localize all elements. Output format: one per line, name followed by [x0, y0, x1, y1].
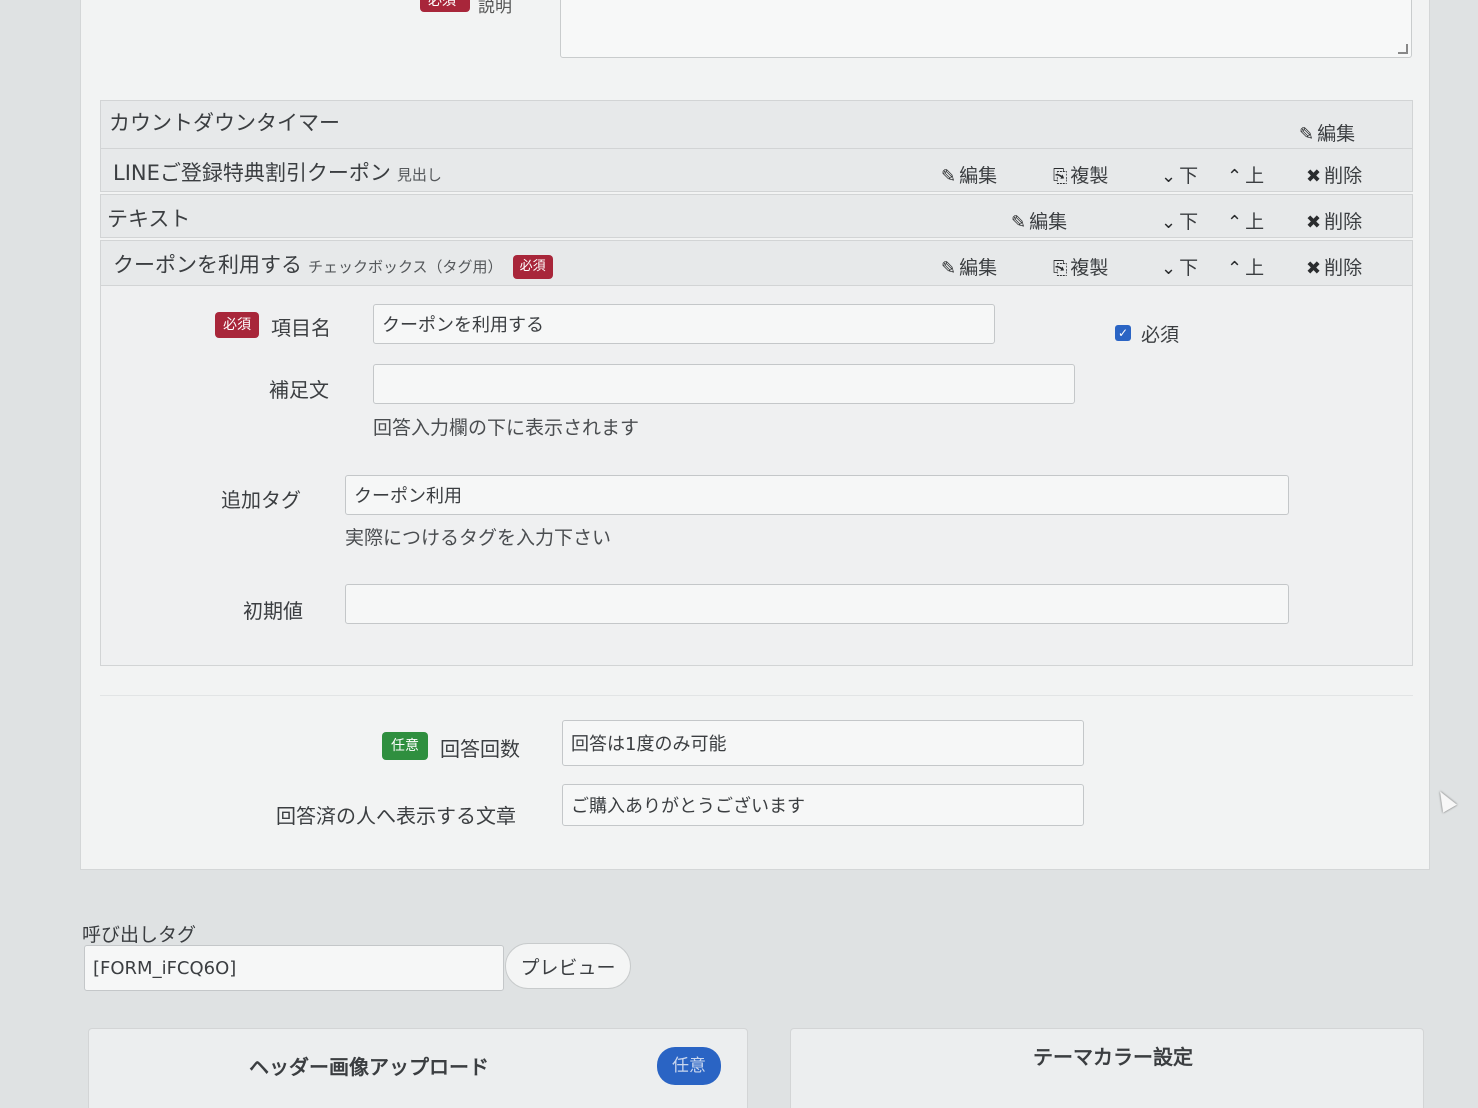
description-label: 説明 [478, 0, 512, 17]
chevron-up-icon: ⌃ [1227, 258, 1243, 279]
chevron-down-icon: ⌄ [1161, 166, 1177, 187]
edit-button[interactable]: ✎ 編集 [1011, 207, 1067, 234]
answer-count-select[interactable] [562, 720, 1084, 766]
preview-button[interactable]: プレビュー [505, 943, 631, 989]
field-title: クーポンを利用する チェックボックス（タグ用） 必須 [113, 249, 553, 279]
move-up-button[interactable]: ⌃ 上 [1227, 207, 1264, 234]
initial-value-input[interactable] [345, 584, 1289, 624]
field-type-label: チェックボックス（タグ用） [308, 258, 503, 276]
pencil-icon: ✎ [941, 166, 957, 187]
delete-button[interactable]: ✖ 削除 [1306, 207, 1362, 234]
resize-grip-icon[interactable] [1398, 44, 1408, 54]
close-icon: ✖ [1306, 212, 1322, 233]
move-down-button[interactable]: ⌄ 下 [1161, 207, 1198, 234]
field-title: テキスト [107, 207, 191, 231]
move-up-button[interactable]: ⌃ 上 [1227, 253, 1264, 280]
pencil-icon: ✎ [1299, 124, 1315, 145]
edit-button[interactable]: ✎ 編集 [1299, 119, 1355, 146]
field-type-label: 見出し [396, 166, 442, 184]
copy-icon: ⎘ [1053, 166, 1068, 187]
chevron-down-icon: ⌄ [1161, 258, 1177, 279]
description-textarea[interactable] [560, 0, 1412, 58]
move-up-button[interactable]: ⌃ 上 [1227, 161, 1264, 188]
copy-button[interactable]: ⎘ 複製 [1053, 253, 1108, 280]
mouse-cursor-icon [1433, 787, 1457, 813]
field-title: カウントダウンタイマー [109, 111, 340, 135]
move-down-button[interactable]: ⌄ 下 [1161, 161, 1198, 188]
close-icon: ✖ [1306, 258, 1322, 279]
add-tag-label: 追加タグ [221, 488, 301, 512]
initial-value-label: 初期値 [243, 599, 303, 623]
call-tag-label: 呼び出しタグ [82, 924, 197, 946]
header-image-upload-card: ヘッダー画像アップロード 任意 [88, 1028, 748, 1108]
answer-count-label: 回答回数 [440, 737, 520, 761]
answered-message-label: 回答済の人へ表示する文章 [276, 804, 516, 828]
card-title: テーマカラー設定 [1033, 1045, 1193, 1069]
pencil-icon: ✎ [1011, 212, 1027, 233]
item-name-input[interactable] [373, 304, 995, 344]
pencil-icon: ✎ [941, 258, 957, 279]
required-badge: 必須 [215, 312, 259, 338]
move-down-button[interactable]: ⌄ 下 [1161, 253, 1198, 280]
optional-badge: 任意 [657, 1047, 721, 1085]
copy-icon: ⎘ [1053, 258, 1068, 279]
optional-badge: 任意 [382, 732, 428, 760]
required-badge: 必須 [512, 255, 553, 279]
delete-button[interactable]: ✖ 削除 [1306, 161, 1362, 188]
field-row-line-coupon: LINEご登録特典割引クーポン 見出し ✎ 編集 ⎘ 複製 ⌄ 下 ⌃ 上 ✖ 削除 [100, 148, 1413, 192]
field-editor: 必須 項目名 ✓ 必須 補足文 回答入力欄の下に表示されます 追加タグ 実際につ… [100, 286, 1413, 666]
add-tag-help-text: 実際につけるタグを入力下さい [345, 527, 612, 549]
copy-button[interactable]: ⎘ 複製 [1053, 161, 1108, 188]
chevron-up-icon: ⌃ [1227, 212, 1243, 233]
chevron-up-icon: ⌃ [1227, 166, 1243, 187]
delete-button[interactable]: ✖ 削除 [1306, 253, 1362, 280]
add-tag-input[interactable] [345, 475, 1289, 515]
required-checkbox-label: 必須 [1141, 324, 1180, 346]
supplement-help-text: 回答入力欄の下に表示されます [373, 417, 640, 439]
field-title: LINEご登録特典割引クーポン 見出し [113, 161, 442, 185]
chevron-down-icon: ⌄ [1161, 212, 1177, 233]
required-checkbox[interactable]: ✓ [1115, 325, 1131, 341]
card-title: ヘッダー画像アップロード [249, 1055, 489, 1079]
answered-message-input[interactable] [562, 784, 1084, 826]
item-name-label: 項目名 [271, 316, 331, 340]
theme-color-card: テーマカラー設定 [790, 1028, 1424, 1108]
field-row-text: テキスト ✎ 編集 ⌄ 下 ⌃ 上 ✖ 削除 [100, 194, 1413, 238]
call-tag-input[interactable] [84, 945, 504, 991]
close-icon: ✖ [1306, 166, 1322, 187]
edit-button[interactable]: ✎ 編集 [941, 253, 997, 280]
field-row-use-coupon: クーポンを利用する チェックボックス（タグ用） 必須 ✎ 編集 ⎘ 複製 ⌄ 下 ⌃ 上 ✖… [100, 240, 1413, 286]
divider [100, 695, 1413, 696]
required-badge: 必須 [420, 0, 470, 12]
supplement-input[interactable] [373, 364, 1075, 404]
supplement-label: 補足文 [269, 378, 329, 402]
edit-button[interactable]: ✎ 編集 [941, 161, 997, 188]
field-row-countdown-timer: カウントダウンタイマー ✎ 編集 [100, 100, 1413, 150]
